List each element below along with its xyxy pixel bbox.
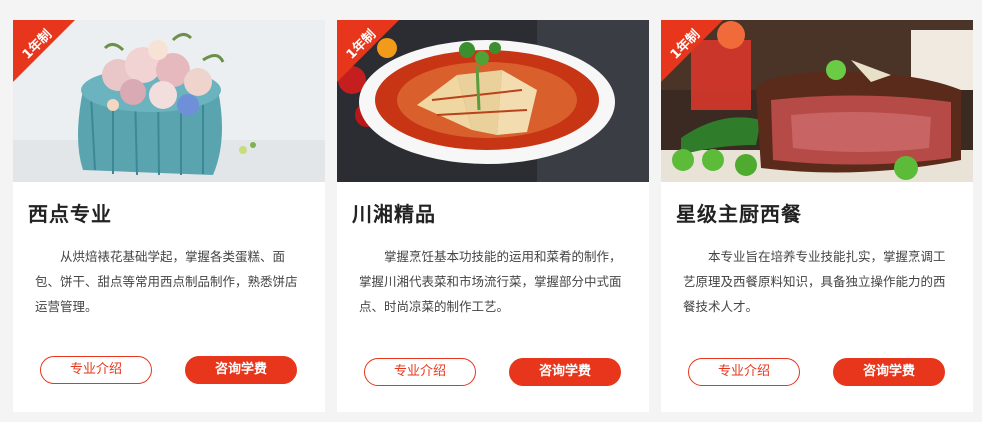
course-title: 星级主厨西餐 <box>676 202 802 226</box>
course-description: 从烘焙裱花基础学起，掌握各类蛋糕、面包、饼干、甜点等常用西点制品制作，熟悉饼店运… <box>35 249 298 314</box>
course-intro-button[interactable]: 专业介绍 <box>40 356 152 384</box>
consult-tuition-button[interactable]: 咨询学费 <box>185 356 297 384</box>
consult-tuition-button[interactable]: 咨询学费 <box>509 358 621 386</box>
course-intro-button[interactable]: 专业介绍 <box>364 358 476 386</box>
course-title: 西点专业 <box>28 202 112 226</box>
course-card-western-chef: 1年制 星级主厨西餐 本专业旨在培养专业技能扎实，掌握烹调工艺原理及西餐原料知识… <box>661 20 973 412</box>
duration-badge: 1年制 <box>13 20 75 82</box>
course-intro-button[interactable]: 专业介绍 <box>688 358 800 386</box>
course-cards: 1年制 西点专业 从烘焙裱花基础学起，掌握各类蛋糕、面包、饼干、甜点等常用西点制… <box>0 0 982 422</box>
course-description: 本专业旨在培养专业技能扎实，掌握烹调工艺原理及西餐原料知识，具备独立操作能力的西… <box>683 249 946 314</box>
duration-badge: 1年制 <box>337 20 399 82</box>
course-description: 掌握烹饪基本功技能的运用和菜肴的制作，掌握川湘代表菜和市场流行菜，掌握部分中式面… <box>359 249 622 314</box>
consult-tuition-button[interactable]: 咨询学费 <box>833 358 945 386</box>
duration-badge: 1年制 <box>661 20 723 82</box>
course-card-sichuan-hunan: 1年制 川湘精品 掌握烹饪基本功技能的运用和菜肴的制作，掌握川湘代表菜和市场流行… <box>337 20 649 412</box>
course-card-pastry: 1年制 西点专业 从烘焙裱花基础学起，掌握各类蛋糕、面包、饼干、甜点等常用西点制… <box>13 20 325 412</box>
course-title: 川湘精品 <box>352 202 436 226</box>
